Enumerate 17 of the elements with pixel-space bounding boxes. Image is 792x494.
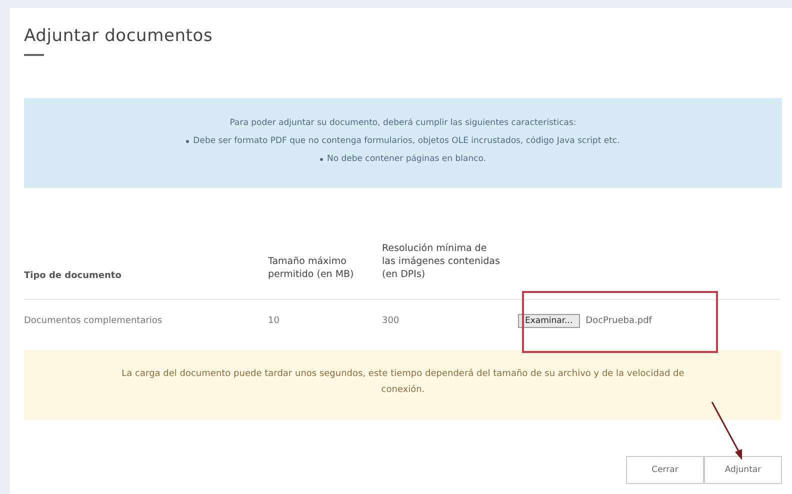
bullet-icon xyxy=(320,158,323,160)
column-header: Tipo de documento xyxy=(24,242,268,300)
requirement-item: No debe contener páginas en blanco. xyxy=(326,153,486,166)
requirement-item: Debe ser formato PDF que no contenga formularios, objetos OLE incrustados, código Java script etc. xyxy=(193,135,620,148)
close-button[interactable]: Cerrar xyxy=(626,456,704,484)
file-name: DocPrueba.pdf xyxy=(586,316,652,326)
attach-button[interactable]: Adjuntar xyxy=(704,456,782,484)
column-header: Tamaño máximo permitido (en MB) xyxy=(268,242,382,300)
column-header: Resolución mínima de las imágenes contenidas (en DPIs) xyxy=(382,242,506,300)
browse-button[interactable]: Examinar... xyxy=(518,314,580,328)
requirements-intro: Para poder adjuntar su documento, deberá cumplir las siguientes características: xyxy=(228,117,578,130)
table-cell: 300 xyxy=(382,300,506,342)
table-cell: 10 xyxy=(268,300,382,342)
bullet-icon xyxy=(186,140,190,142)
table-cell: Documentos complementarios xyxy=(24,300,268,342)
notice-text: La carga del documento puede tardar unos segundos, este tiempo dependerá del tamaño de su archivo y de la velocidad de conexión. xyxy=(120,368,686,397)
dialog-title: Adjuntar documentos xyxy=(24,26,214,46)
